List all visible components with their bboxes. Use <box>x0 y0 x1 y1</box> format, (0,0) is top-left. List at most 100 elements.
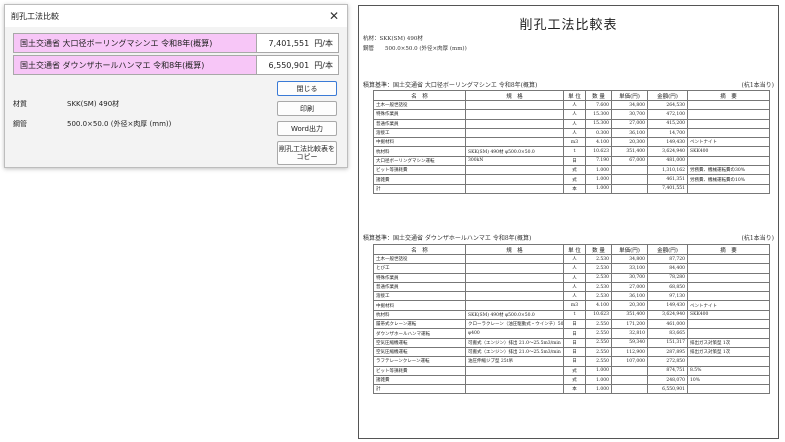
method-name: 国土交通省 ダウンザホールハンマエ 令和8年(概算) <box>14 56 257 74</box>
table-cell: 8.5% <box>687 365 770 376</box>
table-cell <box>465 374 564 386</box>
material-label: 材質 <box>13 100 27 108</box>
dialog-title: 削孔工法比較 <box>11 11 59 21</box>
table-cell: 272,850 <box>647 356 688 367</box>
table-cell: 7.600 <box>585 99 612 111</box>
table-cell <box>465 137 564 148</box>
table-cell <box>611 183 648 194</box>
table-cell: 10% <box>687 374 770 386</box>
table-cell: 3,624,940 <box>647 146 688 157</box>
table-cell: 人 <box>563 127 586 139</box>
table-cell: 15.300 <box>585 118 612 129</box>
table-cell: 149,430 <box>647 300 688 311</box>
table-cell <box>611 365 648 376</box>
method-name: 国土交通省 大口径ボーリングマシンエ 令和8年(概算) <box>14 34 257 52</box>
table-cell: 67,000 <box>611 155 648 167</box>
table-cell <box>465 109 564 120</box>
table-cell: 248,070 <box>647 374 688 386</box>
column-header: 金額(円) <box>647 90 688 101</box>
table-cell: 7.190 <box>585 155 612 167</box>
table-row: 土木一般世話役 人 2.530 34,800 87,720 <box>373 253 770 265</box>
table-row: 計 本 1.000 7,401,551 <box>373 183 770 194</box>
table-row: 計 本 1.000 6,550,901 <box>373 384 770 395</box>
table-cell: 300kN <box>465 155 564 167</box>
table-row: ラフテレーンクレーン運転 油圧伸縮ジブ型 25t吊日 2.550 107,000 272… <box>373 356 770 367</box>
table-row: 中掘材料 m3 4.100 20,300 149,430 ベントナイト <box>373 137 770 148</box>
table-cell: 20,300 <box>611 300 648 311</box>
column-header: 金額(円) <box>647 244 688 255</box>
table-cell: 諸雑費 <box>373 374 466 386</box>
table-cell <box>687 328 770 339</box>
method-price: 6,550,901 円/本 <box>257 56 338 74</box>
word-export-button[interactable]: Word出力 <box>277 121 337 136</box>
section1-title: 積算基準：国土交通省 大口径ボーリングマシンエ 令和8年(概算) <box>363 82 538 89</box>
table-cell: 0.300 <box>585 127 612 139</box>
column-header: 名 称 <box>373 90 466 101</box>
pipe-label: 鋼管 <box>13 120 27 128</box>
column-header: 単 位 <box>563 90 586 101</box>
table-cell <box>465 174 564 185</box>
table-cell <box>465 263 564 274</box>
table-cell <box>465 291 564 302</box>
table-cell: 2.530 <box>585 253 612 265</box>
table-cell <box>687 319 770 330</box>
table-cell: 415,200 <box>647 118 688 129</box>
table-cell: 普通作業員 <box>373 281 466 293</box>
table-cell: 264,530 <box>647 99 688 111</box>
table-cell: 2.550 <box>585 346 612 358</box>
copy-table-button[interactable]: 削孔工法比較表をコピー <box>277 141 337 165</box>
column-header: 数 量 <box>585 244 612 255</box>
table-cell: 461,000 <box>647 319 688 330</box>
table-cell: 2.550 <box>585 319 612 330</box>
table-cell: 34,800 <box>611 253 648 265</box>
table-cell <box>611 165 648 176</box>
table-cell: 7,401,551 <box>647 183 688 194</box>
pipe-value: 500.0×50.0 (外径×肉厚 (mm)) <box>67 120 172 128</box>
table-cell: 1.000 <box>585 183 612 194</box>
table-cell: 1,310,162 <box>647 165 688 176</box>
table-row: 諸雑費 式 1.000 461,351 労務費、機械運転費の10% <box>373 174 770 185</box>
table-cell <box>687 281 770 293</box>
table-cell: 36,100 <box>611 127 648 139</box>
document-pipe: 鋼管 500.0×50.0 (外径×肉厚 (mm)) <box>363 46 467 52</box>
table-cell: 36,100 <box>611 291 648 302</box>
table-cell: ダウンザホールハンマ運転 <box>373 328 466 339</box>
table-cell: 溶接工 <box>373 127 466 139</box>
table-cell <box>687 291 770 302</box>
table-cell <box>687 253 770 265</box>
table-cell: 人 <box>563 253 586 265</box>
close-icon[interactable]: ✕ <box>327 10 341 22</box>
table-row: 杭材料 SKK(SM) 490材 φ500.0×50.0 t 10.623 351,40… <box>373 146 770 157</box>
table-cell: 日 <box>563 346 586 358</box>
table-cell: ビット等損耗費 <box>373 365 466 376</box>
print-button[interactable]: 印刷 <box>277 101 337 116</box>
table-cell <box>465 127 564 139</box>
table-cell: 人 <box>563 291 586 302</box>
column-header: 規 格 <box>465 90 564 101</box>
table-cell: 15.300 <box>585 109 612 120</box>
table-cell <box>465 365 564 376</box>
table-cell: 1.000 <box>585 365 612 376</box>
table-cell: 杭材料 <box>373 309 466 321</box>
table-cell: 287,895 <box>647 346 688 358</box>
table-cell: 27,000 <box>611 281 648 293</box>
table-cell: 土木一般世話役 <box>373 253 466 265</box>
table-row: 大口径ボーリングマシン運転 300kN 日 7.190 67,000 481,000 <box>373 155 770 167</box>
table-cell <box>687 384 770 395</box>
table-cell: 労務費、機械運転費の30% <box>687 165 770 176</box>
table-cell: ベントナイト <box>687 137 770 148</box>
table-cell: 空気圧縮機運転 <box>373 346 466 358</box>
table-cell: 33,100 <box>611 263 648 274</box>
table-cell: 1.000 <box>585 374 612 386</box>
table-cell: 84,400 <box>647 263 688 274</box>
table-row: ダウンザホールハンマ運転 φ400 日 2.550 32,810 83,665 <box>373 328 770 339</box>
column-header: 単価(円) <box>611 90 648 101</box>
table-cell: 式 <box>563 165 586 176</box>
method-row-1: 国土交通省 大口径ボーリングマシンエ 令和8年(概算) 7,401,551 円/… <box>13 33 339 53</box>
table-cell <box>687 183 770 194</box>
close-button[interactable]: 閉じる <box>277 81 337 96</box>
table-cell: 人 <box>563 109 586 120</box>
table-cell: 杭材料 <box>373 146 466 157</box>
table-cell: 中掘材料 <box>373 137 466 148</box>
table-cell: ベントナイト <box>687 300 770 311</box>
